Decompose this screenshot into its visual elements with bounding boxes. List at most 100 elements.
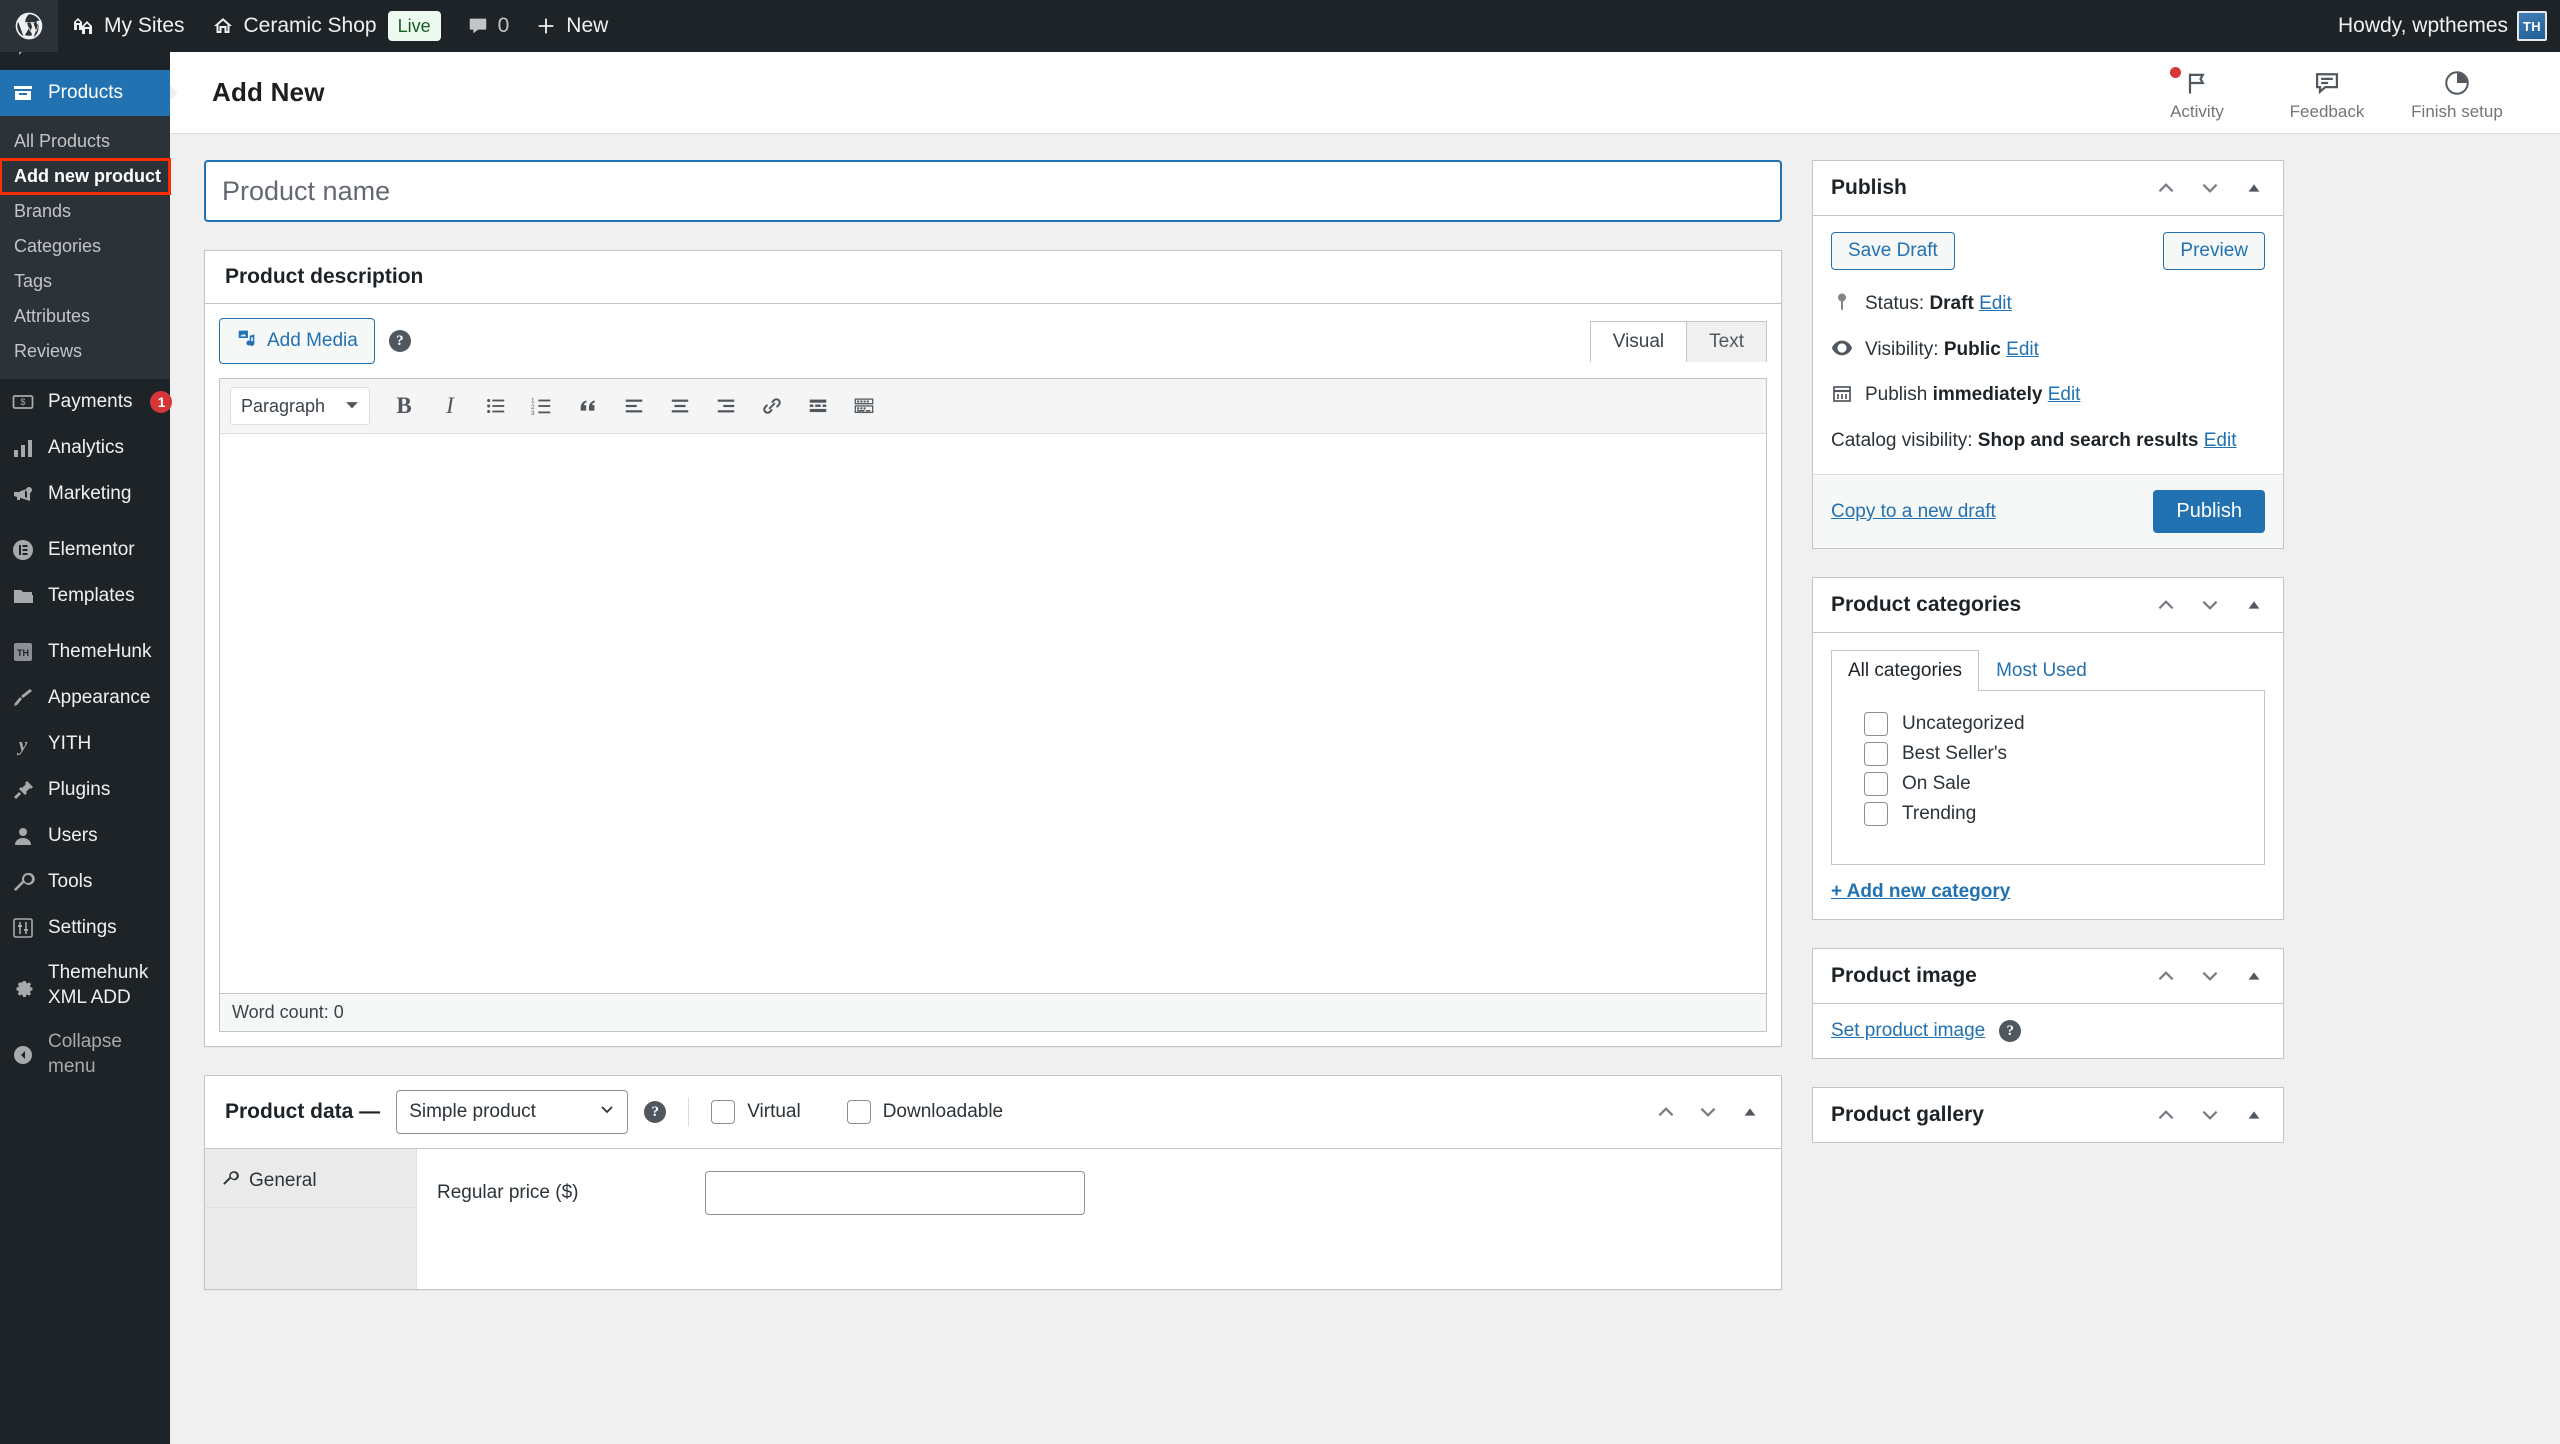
sidebar-item-analytics[interactable]: Analytics [0,425,170,471]
sidebar-item-users[interactable]: Users [0,813,170,859]
submenu-item-brands[interactable]: Brands [0,194,170,229]
category-item-on-sale[interactable]: On Sale [1848,769,2248,799]
toggle-panel-icon[interactable] [2243,177,2265,199]
sidebar-item-marketing[interactable]: Marketing [0,471,170,517]
editor-help-icon[interactable]: ? [388,330,411,352]
editor-content-area[interactable] [219,434,1767,994]
set-product-image-link[interactable]: Set product image [1831,1020,1985,1042]
category-item-trending[interactable]: Trending [1848,799,2248,829]
align-right-icon[interactable] [706,387,746,425]
publish-buttons-row: Save Draft Preview [1831,232,2265,270]
product-image-help-icon[interactable]: ? [1999,1020,2022,1043]
read-more-icon[interactable] [798,387,838,425]
italic-icon[interactable]: I [430,387,470,425]
tab-text[interactable]: Text [1686,320,1767,362]
sidebar-item-payments[interactable]: $ Payments 1 [0,379,173,425]
align-center-icon[interactable] [660,387,700,425]
bulleted-list-icon[interactable] [476,387,516,425]
tab-all-categories[interactable]: All categories [1831,650,1980,692]
tab-most-used[interactable]: Most Used [1979,650,2104,691]
add-media-button[interactable]: Add Media [219,318,375,364]
publish-button[interactable]: Publish [2153,490,2265,534]
align-left-icon[interactable] [614,387,654,425]
site-name-menu[interactable]: Ceramic Shop [198,0,390,52]
activity-button[interactable]: Activity [2132,64,2262,122]
copy-to-new-draft-link[interactable]: Copy to a new draft [1831,501,1996,523]
howdy-label: Howdy, wpthemes [2337,14,2508,37]
submenu-item-reviews[interactable]: Reviews [0,334,170,369]
sidebar-item-themehunk-xml-add[interactable]: Themehunk XML ADD [0,951,170,1020]
tab-general[interactable]: General [205,1155,416,1208]
sidebar-item-products[interactable]: Products [0,70,178,116]
toggle-panel-icon[interactable] [1739,1101,1761,1123]
my-sites-menu[interactable]: My Sites [58,0,198,52]
move-down-icon[interactable] [2199,177,2221,199]
activity-notification-dot [2170,66,2181,78]
product-data-help-icon[interactable]: ? [644,1101,667,1123]
downloadable-checkbox-row[interactable]: Downloadable [846,1100,1003,1124]
category-checkbox[interactable] [1864,802,1888,827]
wordpress-logo-menu[interactable] [0,0,58,52]
virtual-checkbox[interactable] [711,1100,736,1124]
save-draft-button[interactable]: Save Draft [1831,232,1955,270]
move-down-icon[interactable] [2199,594,2221,616]
publish-date-edit-link[interactable]: Edit [2048,384,2081,405]
virtual-checkbox-row[interactable]: Virtual [711,1100,801,1124]
move-up-icon[interactable] [2155,594,2177,616]
finish-setup-button[interactable]: Finish setup [2392,64,2522,122]
publish-date-value: immediately [1932,384,2043,406]
add-new-category-link[interactable]: + Add new category [1831,881,2265,903]
sidebar-item-appearance[interactable]: Appearance [0,675,170,721]
category-checkbox[interactable] [1864,712,1888,737]
submenu-item-categories[interactable]: Categories [0,229,170,264]
move-up-icon[interactable] [1655,1101,1677,1123]
howdy-user-menu[interactable]: Howdy, wpthemes TH [2325,0,2560,52]
sidebar-label-analytics: Analytics [48,436,125,458]
submenu-item-add-new-product[interactable]: Add new product [0,158,171,195]
sidebar-item-collapse-menu[interactable]: Collapse menu [0,1020,170,1089]
category-item-best-sellers[interactable]: Best Seller's [1848,739,2248,769]
sidebar-item-plugins[interactable]: Plugins [0,767,170,813]
blockquote-icon[interactable] [568,387,608,425]
move-up-icon[interactable] [2155,965,2177,987]
move-down-icon[interactable] [1697,1101,1719,1123]
new-content-menu[interactable]: New [522,0,621,52]
submenu-item-all-products[interactable]: All Products [0,124,170,159]
category-checkbox[interactable] [1864,772,1888,797]
product-name-input[interactable] [204,160,1782,222]
paragraph-format-select[interactable]: Paragraph [230,387,370,425]
move-down-icon[interactable] [2199,965,2221,987]
sidebar-item-tools[interactable]: Tools [0,859,170,905]
category-item-uncategorized[interactable]: Uncategorized [1848,709,2248,739]
toggle-panel-icon[interactable] [2243,965,2265,987]
comments-menu[interactable]: 0 [454,0,523,52]
link-icon[interactable] [752,387,792,425]
preview-button[interactable]: Preview [2163,232,2265,270]
regular-price-input[interactable] [705,1171,1085,1215]
bold-icon[interactable]: B [384,387,424,425]
catalog-visibility-edit-link[interactable]: Edit [2204,430,2237,451]
toolbar-toggle-icon[interactable] [844,387,884,425]
sidebar-item-elementor[interactable]: Elementor [0,527,170,573]
visibility-edit-link[interactable]: Edit [2006,339,2039,360]
sidebar-item-templates[interactable]: Templates [0,573,170,619]
move-up-icon[interactable] [2155,1104,2177,1126]
toggle-panel-icon[interactable] [2243,1104,2265,1126]
sidebar-item-settings[interactable]: Settings [0,905,170,951]
submenu-item-tags[interactable]: Tags [0,264,170,299]
live-badge-wrap[interactable]: Live [387,0,454,52]
tab-visual[interactable]: Visual [1589,320,1688,362]
downloadable-checkbox[interactable] [846,1100,871,1124]
category-checkbox[interactable] [1864,742,1888,767]
numbered-list-icon[interactable]: 123 [522,387,562,425]
status-edit-link[interactable]: Edit [1979,293,2012,314]
move-up-icon[interactable] [2155,177,2177,199]
visibility-text: Visibility: Public Edit [1865,336,2039,364]
product-type-select[interactable]: Simple product [396,1090,629,1134]
feedback-button[interactable]: Feedback [2262,64,2392,122]
move-down-icon[interactable] [2199,1104,2221,1126]
toggle-panel-icon[interactable] [2243,594,2265,616]
submenu-item-attributes[interactable]: Attributes [0,299,170,334]
sidebar-item-themehunk[interactable]: TH ThemeHunk [0,629,170,675]
sidebar-item-yith[interactable]: y YITH [0,721,170,767]
